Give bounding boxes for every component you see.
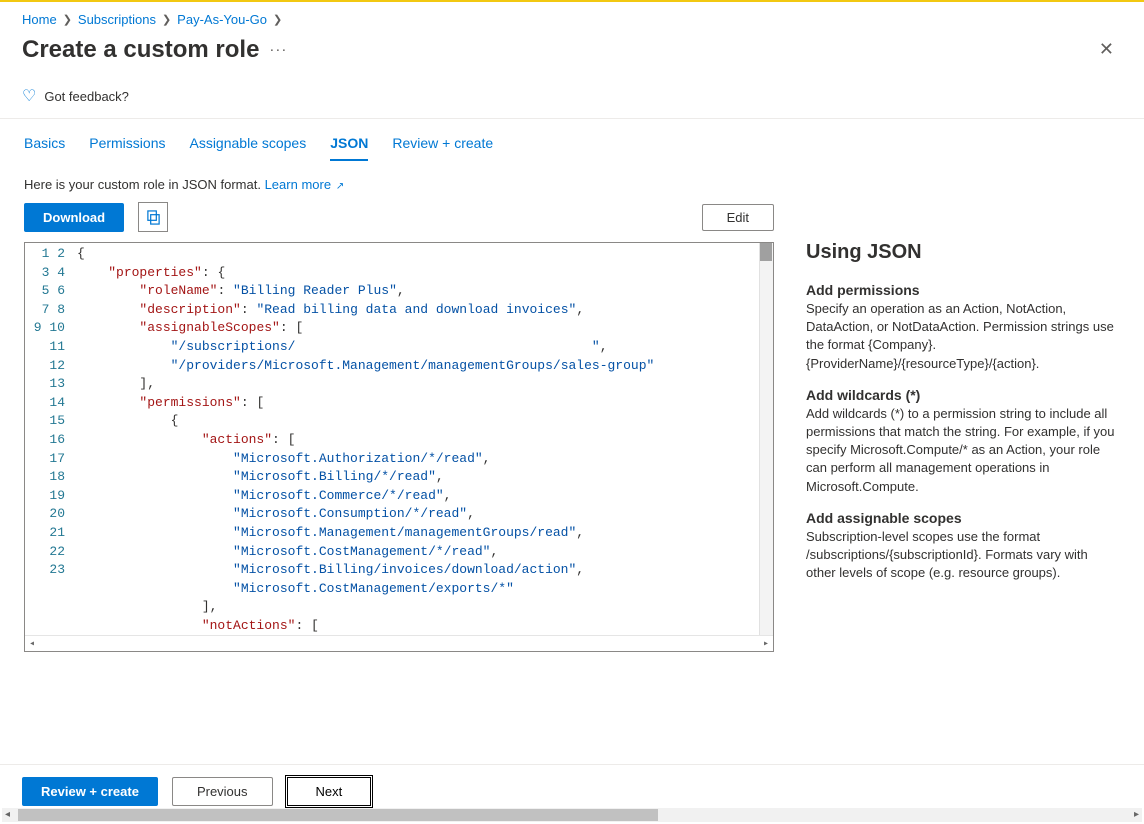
tab-review-create[interactable]: Review + create [392, 135, 493, 161]
page-title: Create a custom role [22, 36, 259, 64]
external-link-icon: ↗ [333, 181, 344, 192]
window-hscrollbar[interactable]: ◂ ▸ [2, 808, 1142, 822]
chevron-right-icon: ❯ [273, 13, 282, 26]
tab-assignable-scopes[interactable]: Assignable scopes [189, 135, 306, 161]
help-title: Using JSON [806, 241, 1120, 264]
copy-button[interactable] [138, 202, 168, 232]
json-toolbar: Download Edit [24, 202, 774, 232]
editor-vscrollbar[interactable] [759, 243, 773, 635]
breadcrumb: Home ❯ Subscriptions ❯ Pay-As-You-Go ❯ [0, 2, 1144, 33]
download-button[interactable]: Download [24, 203, 124, 232]
scroll-right-icon[interactable]: ▸ [1134, 809, 1139, 820]
help-p-add-permissions: Specify an operation as an Action, NotAc… [806, 300, 1120, 373]
line-number-gutter: 1 2 3 4 5 6 7 8 9 10 11 12 13 14 15 16 1… [25, 243, 77, 635]
help-p-add-wildcards: Add wildcards (*) to a permission string… [806, 405, 1120, 496]
feedback-link[interactable]: ♡ Got feedback? [0, 72, 1144, 119]
scrollbar-thumb[interactable] [18, 809, 658, 821]
intro-text: Here is your custom role in JSON format.… [24, 177, 774, 192]
header: Create a custom role ··· ✕ [0, 33, 1144, 72]
intro-text-span: Here is your custom role in JSON format. [24, 177, 265, 192]
wizard-footer: Review + create Previous Next [0, 764, 1144, 806]
close-icon[interactable]: ✕ [1091, 35, 1122, 64]
chevron-right-icon: ❯ [162, 13, 171, 26]
tab-json[interactable]: JSON [330, 135, 368, 161]
copy-icon [146, 210, 161, 225]
tab-permissions[interactable]: Permissions [89, 135, 165, 161]
help-h-add-scopes: Add assignable scopes [806, 510, 1120, 526]
help-h-add-permissions: Add permissions [806, 282, 1120, 298]
feedback-label: Got feedback? [44, 89, 129, 104]
scroll-left-icon[interactable]: ◂ [5, 809, 10, 820]
heart-icon: ♡ [22, 86, 36, 106]
editor-hscrollbar[interactable]: ◂ ▸ [25, 635, 773, 651]
tab-strip: Basics Permissions Assignable scopes JSO… [0, 119, 1144, 161]
breadcrumb-subscriptions[interactable]: Subscriptions [78, 12, 156, 27]
edit-button[interactable]: Edit [702, 204, 774, 231]
review-create-button[interactable]: Review + create [22, 777, 158, 806]
help-p-add-scopes: Subscription-level scopes use the format… [806, 528, 1120, 583]
previous-button[interactable]: Previous [172, 777, 273, 806]
help-h-add-wildcards: Add wildcards (*) [806, 387, 1120, 403]
scroll-right-icon[interactable]: ▸ [763, 638, 769, 650]
chevron-right-icon: ❯ [63, 13, 72, 26]
help-pane: Using JSON Add permissions Specify an op… [806, 177, 1120, 652]
breadcrumb-home[interactable]: Home [22, 12, 57, 27]
json-code: { "properties": { "roleName": "Billing R… [77, 243, 773, 635]
learn-more-link[interactable]: Learn more ↗ [265, 177, 345, 192]
tab-basics[interactable]: Basics [24, 135, 65, 161]
breadcrumb-payg[interactable]: Pay-As-You-Go [177, 12, 267, 27]
next-button[interactable]: Next [287, 777, 372, 806]
scroll-left-icon[interactable]: ◂ [29, 638, 35, 650]
json-editor[interactable]: 1 2 3 4 5 6 7 8 9 10 11 12 13 14 15 16 1… [24, 242, 774, 652]
more-actions-icon[interactable]: ··· [269, 41, 287, 58]
